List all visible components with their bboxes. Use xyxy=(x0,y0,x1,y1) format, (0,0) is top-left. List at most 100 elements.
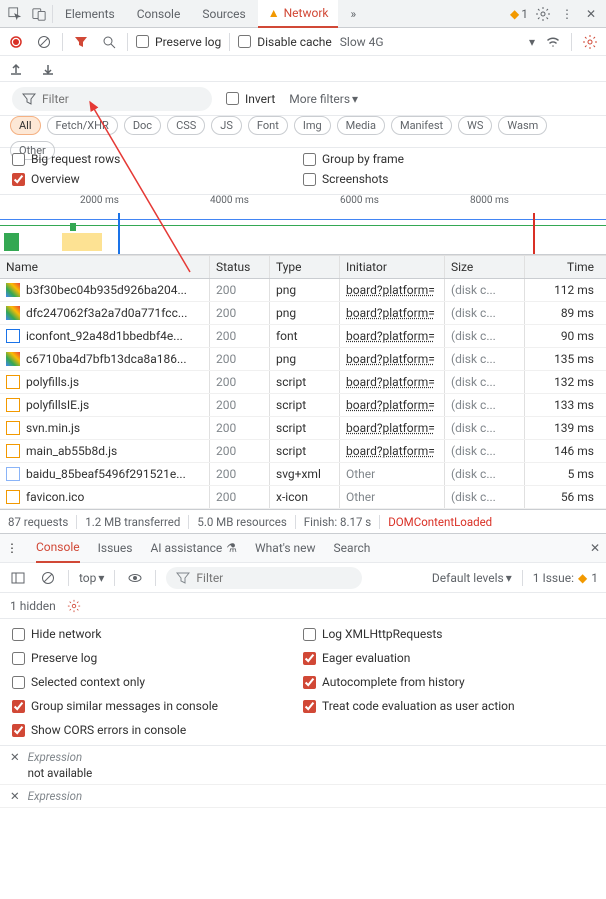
col-status[interactable]: Status xyxy=(210,256,270,278)
drawer-tab-ai[interactable]: AI assistance ⚗ xyxy=(150,541,237,555)
timeline-overview[interactable]: 2000 ms 4000 ms 6000 ms 8000 ms xyxy=(0,195,606,255)
initiator-cell[interactable]: board?platform= xyxy=(340,394,445,416)
drawer-tab-console[interactable]: Console xyxy=(36,533,80,563)
settings-icon[interactable] xyxy=(532,3,554,25)
wifi-icon[interactable] xyxy=(543,32,563,52)
pill-wasm[interactable]: Wasm xyxy=(498,116,547,135)
pill-ws[interactable]: WS xyxy=(458,116,492,135)
cors-errors-checkbox[interactable]: Show CORS errors in console xyxy=(12,723,303,737)
table-header[interactable]: Name Status Type Initiator Size Time xyxy=(0,256,606,279)
table-row[interactable]: main_ab55b8d.js200scriptboard?platform=(… xyxy=(0,440,606,463)
issues-badge[interactable]: ◆1 xyxy=(508,3,530,25)
pill-js[interactable]: JS xyxy=(211,116,242,135)
device-icon[interactable] xyxy=(28,3,50,25)
upload-icon[interactable] xyxy=(6,59,26,79)
table-row[interactable]: iconfont_92a48d1bbedbf4e...200fontboard?… xyxy=(0,325,606,348)
col-name[interactable]: Name xyxy=(0,256,210,278)
search-icon[interactable] xyxy=(99,32,119,52)
log-levels-select[interactable]: Default levels ▾ xyxy=(432,571,512,585)
col-type[interactable]: Type xyxy=(270,256,340,278)
tab-sources[interactable]: Sources xyxy=(192,0,255,28)
table-row[interactable]: polyfills.js200scriptboard?platform=(dis… xyxy=(0,371,606,394)
selected-context-checkbox[interactable]: Selected context only xyxy=(12,675,303,689)
pill-doc[interactable]: Doc xyxy=(124,116,161,135)
hide-network-checkbox[interactable]: Hide network xyxy=(12,627,303,641)
filter-input-box[interactable] xyxy=(12,87,212,111)
drawer-tab-issues[interactable]: Issues xyxy=(98,541,133,555)
filter-toggle-icon[interactable] xyxy=(71,32,91,52)
overview-checkbox[interactable]: Overview xyxy=(12,172,303,186)
drawer-tab-whatsnew[interactable]: What's new xyxy=(255,541,316,555)
preserve-log-checkbox[interactable]: Preserve log xyxy=(136,35,221,49)
pill-all[interactable]: All xyxy=(10,116,41,135)
table-row[interactable]: baidu_85beaf5496f291521e...200svg+xmlOth… xyxy=(0,463,606,486)
live-expression-row[interactable]: ✕ Expression xyxy=(0,785,606,808)
pill-font[interactable]: Font xyxy=(248,116,288,135)
clear-button[interactable] xyxy=(34,32,54,52)
filter-input[interactable] xyxy=(42,92,202,106)
table-row[interactable]: c6710ba4d7bfb13dca8a186...200pngboard?pl… xyxy=(0,348,606,371)
table-row[interactable]: polyfillsIE.js200scriptboard?platform=(d… xyxy=(0,394,606,417)
initiator-cell[interactable]: board?platform= xyxy=(340,279,445,301)
table-row[interactable]: b3f30bec04b935d926ba204...200pngboard?pl… xyxy=(0,279,606,302)
col-initiator[interactable]: Initiator xyxy=(340,256,445,278)
screenshots-checkbox[interactable]: Screenshots xyxy=(303,172,594,186)
pill-css[interactable]: CSS xyxy=(167,116,205,135)
col-size[interactable]: Size xyxy=(445,256,525,278)
download-icon[interactable] xyxy=(38,59,58,79)
kebab-icon[interactable]: ⋮ xyxy=(556,3,578,25)
network-settings-icon[interactable] xyxy=(580,32,600,52)
live-expression-icon[interactable] xyxy=(125,568,145,588)
console-filter-input[interactable] xyxy=(196,571,352,585)
record-button[interactable] xyxy=(6,32,26,52)
kebab-icon[interactable]: ⋮ xyxy=(6,541,18,555)
group-messages-checkbox[interactable]: Group similar messages in console xyxy=(12,699,303,713)
pill-img[interactable]: Img xyxy=(294,116,331,135)
flask-icon: ⚗ xyxy=(226,541,237,555)
context-select[interactable]: top ▾ xyxy=(79,571,104,585)
tab-console[interactable]: Console xyxy=(127,0,191,28)
table-row[interactable]: svn.min.js200scriptboard?platform=(disk … xyxy=(0,417,606,440)
tab-more[interactable]: » xyxy=(340,0,366,28)
treat-eval-checkbox[interactable]: Treat code evaluation as user action xyxy=(303,699,594,713)
more-filters-dropdown[interactable]: More filters ▾ xyxy=(289,92,358,106)
console-filter-box[interactable] xyxy=(166,567,362,589)
initiator-cell[interactable]: board?platform= xyxy=(340,325,445,347)
initiator-cell[interactable]: board?platform= xyxy=(340,417,445,439)
col-time[interactable]: Time xyxy=(525,256,600,278)
table-row[interactable]: dfc247062f3a2a7d0a771fcc...200pngboard?p… xyxy=(0,302,606,325)
initiator-cell[interactable]: board?platform= xyxy=(340,302,445,324)
initiator-cell[interactable]: board?platform= xyxy=(340,371,445,393)
console-issues-link[interactable]: 1 Issue: ◆1 xyxy=(533,571,598,585)
pill-media[interactable]: Media xyxy=(337,116,385,135)
preserve-log-checkbox[interactable]: Preserve log xyxy=(12,651,303,665)
big-rows-checkbox[interactable]: Big request rows xyxy=(12,152,303,166)
tab-network[interactable]: ▲Network xyxy=(258,0,339,28)
table-row[interactable]: favicon.ico200x-iconOther(disk c...56 ms xyxy=(0,486,606,509)
eager-eval-checkbox[interactable]: Eager evaluation xyxy=(303,651,594,665)
close-icon[interactable]: ✕ xyxy=(10,750,20,764)
close-icon[interactable]: ✕ xyxy=(590,541,600,555)
invert-checkbox[interactable]: Invert xyxy=(226,92,275,106)
close-icon[interactable]: ✕ xyxy=(580,3,602,25)
live-expression-row[interactable]: ✕ Expressionnot available xyxy=(0,746,606,785)
throttling-select[interactable]: Slow 4G xyxy=(340,35,384,49)
initiator-cell[interactable]: board?platform= xyxy=(340,348,445,370)
close-icon[interactable]: ✕ xyxy=(10,789,20,803)
drawer-tab-search[interactable]: Search xyxy=(334,541,371,555)
chevron-down-icon[interactable]: ▾ xyxy=(529,35,535,49)
inspect-icon[interactable] xyxy=(4,3,26,25)
tab-elements[interactable]: Elements xyxy=(55,0,125,28)
group-frame-checkbox[interactable]: Group by frame xyxy=(303,152,594,166)
initiator-cell[interactable]: Other xyxy=(340,463,445,485)
initiator-cell[interactable]: board?platform= xyxy=(340,440,445,462)
initiator-cell[interactable]: Other xyxy=(340,486,445,508)
autocomplete-checkbox[interactable]: Autocomplete from history xyxy=(303,675,594,689)
pill-fetch[interactable]: Fetch/XHR xyxy=(47,116,118,135)
sidebar-toggle-icon[interactable] xyxy=(8,568,28,588)
clear-console-icon[interactable] xyxy=(38,568,58,588)
settings-icon[interactable] xyxy=(64,596,84,616)
disable-cache-checkbox[interactable]: Disable cache xyxy=(238,35,332,49)
log-xhr-checkbox[interactable]: Log XMLHttpRequests xyxy=(303,627,594,641)
pill-manifest[interactable]: Manifest xyxy=(391,116,452,135)
